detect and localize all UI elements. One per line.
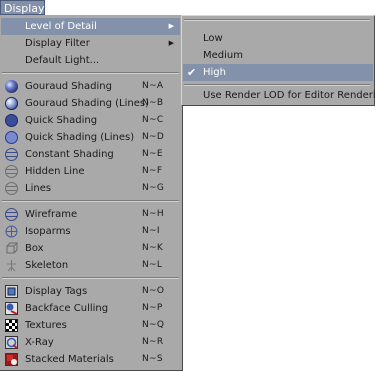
submenu-item-medium[interactable]: Medium bbox=[183, 47, 373, 64]
menu-item-shortcut: N~H bbox=[142, 209, 164, 219]
menu-item-constant-shading[interactable]: Constant Shading N~E bbox=[1, 146, 180, 163]
menu-item-label: Quick Shading bbox=[25, 115, 98, 126]
menu-item-label: Isoparms bbox=[25, 226, 71, 237]
menu-item-shortcut: N~C bbox=[142, 115, 164, 125]
menu-separator bbox=[2, 277, 179, 279]
menu-item-shortcut: N~Q bbox=[142, 320, 165, 330]
submenu-arrow-icon: ▶ bbox=[168, 39, 174, 47]
menu-item-shortcut: N~P bbox=[142, 303, 163, 313]
menu-item-shortcut: N~K bbox=[142, 243, 164, 253]
menu-item-backface-culling[interactable]: Backface Culling N~P bbox=[1, 300, 180, 317]
quick-shading-icon bbox=[5, 114, 18, 127]
display-menu-title[interactable]: Display bbox=[0, 0, 45, 15]
submenu-item-high[interactable]: ✔ High bbox=[183, 64, 373, 81]
constant-shading-icon bbox=[5, 148, 18, 161]
submenu-item-label: Medium bbox=[203, 50, 243, 61]
menu-item-shortcut: N~R bbox=[142, 337, 164, 347]
menu-item-quick-shading-lines[interactable]: Quick Shading (Lines) N~D bbox=[1, 129, 180, 146]
menu-item-shortcut: N~L bbox=[142, 260, 163, 270]
menu-item-stacked-materials[interactable]: Stacked Materials N~S bbox=[1, 351, 180, 368]
menu-separator bbox=[2, 72, 179, 74]
backface-culling-icon bbox=[5, 302, 18, 315]
x-ray-icon bbox=[5, 336, 18, 349]
textures-icon bbox=[5, 319, 18, 332]
menu-item-label: Lines bbox=[25, 183, 52, 194]
menu-item-default-light[interactable]: Default Light... bbox=[1, 52, 180, 69]
submenu-arrow-icon: ▶ bbox=[168, 22, 174, 30]
menu-item-label: Hidden Line bbox=[25, 166, 85, 177]
menu-item-textures[interactable]: Textures N~Q bbox=[1, 317, 180, 334]
lines-icon bbox=[5, 182, 18, 195]
menu-item-label: Constant Shading bbox=[25, 149, 114, 160]
gouraud-shading-icon bbox=[5, 80, 18, 93]
menu-item-label: Textures bbox=[25, 320, 67, 331]
submenu-item-low[interactable]: Low bbox=[183, 30, 373, 47]
menu-item-label: Wireframe bbox=[25, 209, 78, 220]
menu-item-display-tags[interactable]: Display Tags N~O bbox=[1, 283, 180, 300]
menu-item-shortcut: N~B bbox=[142, 98, 164, 108]
menu-item-label: Backface Culling bbox=[25, 303, 109, 314]
menu-item-label: Default Light... bbox=[25, 55, 100, 66]
menu-item-shortcut: N~E bbox=[142, 149, 163, 159]
checkmark-icon: ✔ bbox=[187, 66, 197, 79]
menu-item-label: Quick Shading (Lines) bbox=[25, 132, 135, 143]
menu-item-gouraud-shading[interactable]: Gouraud Shading N~A bbox=[1, 78, 180, 95]
submenu-item-use-render-lod[interactable]: Use Render LOD for Editor Rendering bbox=[183, 87, 375, 104]
quick-shading-lines-icon bbox=[5, 131, 18, 144]
menu-item-label: Gouraud Shading (Lines) bbox=[25, 98, 149, 109]
menu-item-label: Stacked Materials bbox=[25, 354, 114, 365]
menu-item-shortcut: N~D bbox=[142, 132, 165, 142]
menu-item-quick-shading[interactable]: Quick Shading N~C bbox=[1, 112, 180, 129]
display-menu: Level of Detail ▶ Display Filter ▶ Defau… bbox=[0, 15, 183, 371]
menu-item-shortcut: N~I bbox=[142, 226, 160, 236]
level-of-detail-submenu: Low Medium ✔ High Use Render LOD for Edi… bbox=[181, 15, 375, 106]
menu-item-shortcut: N~F bbox=[142, 166, 163, 176]
menu-item-label: Display Filter bbox=[25, 38, 90, 49]
menu-item-shortcut: N~S bbox=[142, 354, 163, 364]
submenu-item-label: High bbox=[203, 67, 226, 78]
submenu-item-label: Low bbox=[203, 33, 223, 44]
display-tags-icon bbox=[5, 285, 18, 298]
menu-item-lines[interactable]: Lines N~G bbox=[1, 180, 180, 197]
wireframe-icon bbox=[5, 208, 18, 221]
submenu-top-separator bbox=[184, 19, 370, 21]
menu-item-gouraud-shading-lines[interactable]: Gouraud Shading (Lines) N~B bbox=[1, 95, 180, 112]
stacked-materials-icon bbox=[5, 353, 18, 366]
menu-item-shortcut: N~A bbox=[142, 81, 164, 91]
hidden-line-icon bbox=[5, 165, 18, 178]
submenu-separator bbox=[184, 84, 370, 86]
isoparms-icon bbox=[5, 225, 18, 238]
menu-item-isoparms[interactable]: Isoparms N~I bbox=[1, 223, 180, 240]
menu-item-skeleton[interactable]: Skeleton N~L bbox=[1, 257, 180, 274]
menu-separator bbox=[2, 200, 179, 202]
menu-item-box[interactable]: Box N~K bbox=[1, 240, 180, 257]
menu-item-label: Level of Detail bbox=[25, 21, 97, 32]
menu-item-display-filter[interactable]: Display Filter ▶ bbox=[1, 35, 180, 52]
menu-item-x-ray[interactable]: X-Ray N~R bbox=[1, 334, 180, 351]
gouraud-shading-lines-icon bbox=[5, 97, 18, 110]
menu-item-label: Gouraud Shading bbox=[25, 81, 112, 92]
skeleton-icon bbox=[5, 259, 18, 272]
menu-item-label: Skeleton bbox=[25, 260, 69, 271]
box-icon bbox=[5, 242, 19, 255]
menu-item-shortcut: N~G bbox=[142, 183, 165, 193]
submenu-item-label: Use Render LOD for Editor Rendering bbox=[203, 90, 375, 101]
menu-item-label: X-Ray bbox=[25, 337, 54, 348]
menu-item-wireframe[interactable]: Wireframe N~H bbox=[1, 206, 180, 223]
menu-item-shortcut: N~O bbox=[142, 286, 165, 296]
menu-item-label: Display Tags bbox=[25, 286, 88, 297]
menu-item-hidden-line[interactable]: Hidden Line N~F bbox=[1, 163, 180, 180]
menu-item-level-of-detail[interactable]: Level of Detail ▶ bbox=[1, 18, 180, 35]
menu-item-label: Box bbox=[25, 243, 44, 254]
